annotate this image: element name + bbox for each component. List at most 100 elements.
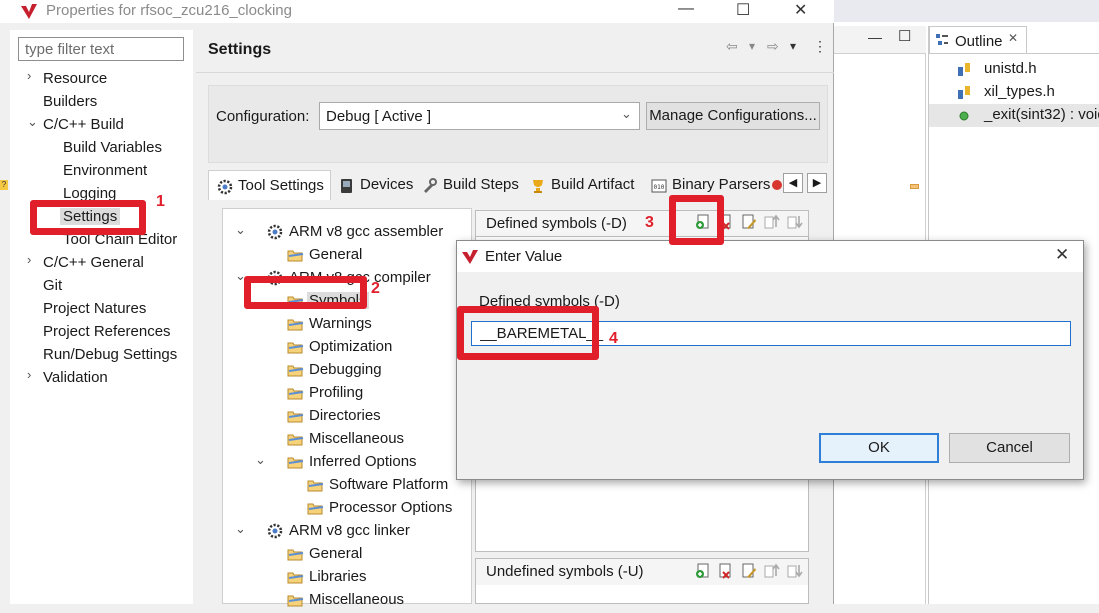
callout-number-4: 4 [609, 330, 618, 347]
cancel-button[interactable]: Cancel [949, 433, 1070, 463]
outline-title: Outline [955, 33, 1003, 50]
move-up-icon[interactable] [764, 214, 781, 231]
edit-icon[interactable] [741, 214, 758, 231]
back-icon[interactable]: ⇦ [726, 38, 738, 55]
view-maximize-button[interactable]: ☐ [898, 27, 911, 45]
option-folder-icon [287, 365, 304, 377]
chevron-down-icon: ⌄ [621, 106, 632, 121]
nav-item-label: Resource [43, 70, 108, 87]
tree-node-label: Inferred Options [309, 453, 417, 470]
tree-node-label: General [309, 246, 363, 263]
nav-item-label: Environment [63, 162, 148, 179]
manage-configurations-button[interactable]: Manage Configurations... [646, 102, 820, 130]
tree-node-label: ARM v8 gcc linker [289, 522, 410, 539]
forward-dropdown-icon[interactable]: ▾ [790, 39, 796, 53]
outline-item[interactable]: unistd.h [929, 58, 1099, 81]
callout-box-settings [30, 200, 146, 235]
outline-close-button[interactable]: ✕ [1008, 31, 1018, 45]
add-icon[interactable] [695, 563, 712, 580]
tool-gear-icon [267, 224, 283, 240]
overflow-tab-icon [772, 180, 782, 190]
chevron-right-icon[interactable]: › [27, 367, 31, 382]
enter-value-dialog: Enter Value ✕ Defined symbols (-D) OK Ca… [456, 240, 1084, 480]
option-folder-icon [287, 549, 304, 561]
nav-item-label: C/C++ General [43, 254, 144, 271]
page-title: Settings [208, 41, 272, 58]
dialog-title: Properties for rfsoc_zcu216_clocking [46, 2, 292, 19]
svg-text:010: 010 [654, 184, 665, 191]
tab-scroll-left-button[interactable]: ◀ [783, 173, 803, 193]
undefined-symbols-title: Undefined symbols (-U) [486, 563, 644, 580]
tree-node-label: Warnings [309, 315, 372, 332]
function-icon [959, 111, 969, 121]
back-dropdown-icon[interactable]: ▾ [749, 39, 755, 53]
option-folder-icon [287, 250, 304, 262]
nav-item-label: Git [43, 277, 63, 294]
tab-scroll-right-button[interactable]: ▶ [807, 173, 827, 193]
move-up-icon[interactable] [764, 563, 781, 580]
tab-devices[interactable]: Devices [331, 170, 414, 200]
callout-number-1: 1 [156, 193, 165, 210]
devices-icon [341, 179, 352, 193]
option-folder-icon [287, 342, 304, 354]
outline-tab[interactable]: Outline ✕ [929, 26, 1027, 54]
option-folder-icon [287, 457, 304, 469]
option-folder-icon [287, 572, 304, 584]
tree-node-label: Miscellaneous [309, 591, 405, 608]
undefined-symbols-header: Undefined symbols (-U) [475, 558, 809, 586]
tab-label: Tool Settings [238, 177, 324, 194]
defined-symbols-title: Defined symbols (-D) [486, 215, 627, 232]
maximize-button[interactable]: ☐ [736, 0, 750, 20]
outline-item[interactable]: _exit(sint32) : void [929, 104, 1099, 127]
chevron-down-icon[interactable]: ⌄ [235, 222, 246, 238]
include-icon [958, 63, 970, 76]
build-steps-icon [424, 178, 437, 193]
configuration-select[interactable]: Debug [ Active ] ⌄ [319, 102, 640, 130]
view-minimize-button[interactable]: — [868, 29, 882, 45]
tab-build-artifact[interactable]: Build Artifact [522, 170, 641, 200]
tab-label: Build Steps [443, 176, 519, 193]
chevron-down-icon[interactable]: ⌄ [235, 521, 246, 537]
chevron-right-icon[interactable]: › [27, 68, 31, 83]
outline-tab-rule [929, 53, 1099, 54]
callout-box-symbols [244, 276, 367, 309]
delete-icon[interactable] [718, 563, 735, 580]
undefined-symbols-list[interactable] [475, 585, 809, 604]
tab-label: Binary Parsers [672, 176, 771, 193]
tab-tool-settings[interactable]: Tool Settings [208, 170, 331, 200]
minimize-button[interactable]: — [678, 0, 694, 18]
outline-icon [936, 34, 948, 45]
tree-node-label: Miscellaneous [309, 430, 405, 447]
tree-node-label: Debugging [309, 361, 382, 378]
close-button[interactable]: ✕ [794, 0, 807, 20]
workbench-strip [834, 0, 1099, 22]
configuration-label: Configuration: [216, 108, 310, 125]
ok-button[interactable]: OK [819, 433, 939, 463]
warning-marker-icon: ? [0, 180, 8, 190]
move-down-icon[interactable] [787, 563, 804, 580]
callout-number-2: 2 [371, 280, 380, 297]
view-tabbar: — ☐ [834, 26, 926, 54]
tab-build-steps[interactable]: Build Steps [414, 170, 522, 200]
overview-ruler-marker[interactable] [910, 184, 919, 189]
tree-node-label: Libraries [309, 568, 367, 585]
chevron-down-icon[interactable]: ⌄ [255, 452, 266, 468]
chevron-right-icon[interactable]: › [27, 252, 31, 267]
tree-node-label: Software Platform [329, 476, 449, 493]
view-menu-icon[interactable]: ⋮ [813, 38, 827, 55]
defined-symbols-header: Defined symbols (-D) [475, 210, 809, 237]
callout-number-3: 3 [645, 214, 654, 231]
callout-box-value-input [457, 306, 599, 360]
edit-icon[interactable] [741, 563, 758, 580]
outline-item[interactable]: xil_types.h [929, 81, 1099, 104]
tree-node-label: General [309, 545, 363, 562]
nav-item-label: C/C++ Build [43, 116, 124, 133]
nav-item-label: Run/Debug Settings [43, 346, 178, 363]
move-down-icon[interactable] [787, 214, 804, 231]
tab-label: Devices [360, 176, 414, 193]
forward-icon[interactable]: ⇨ [767, 38, 779, 55]
filter-input[interactable] [18, 37, 184, 61]
header-divider [196, 72, 834, 73]
chevron-down-icon[interactable]: ⌄ [27, 114, 38, 130]
enter-value-close-button[interactable]: ✕ [1055, 245, 1069, 265]
